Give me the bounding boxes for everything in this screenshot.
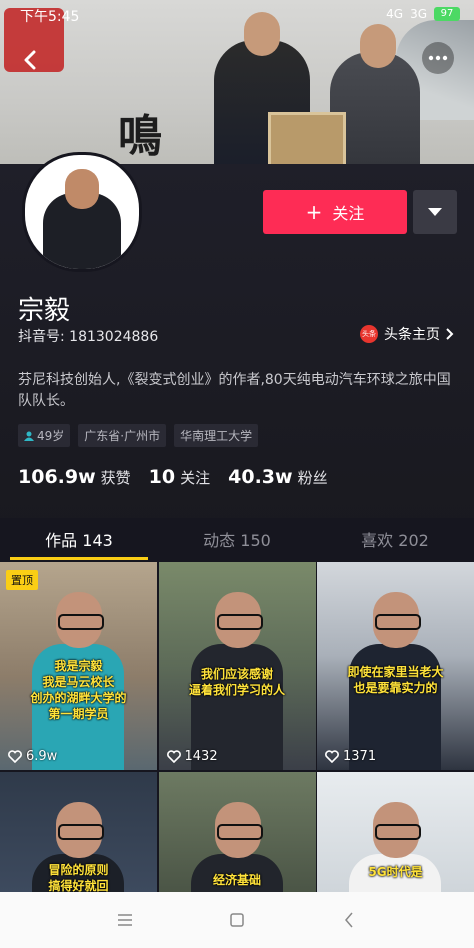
banner-frame bbox=[268, 112, 346, 168]
profile-bio: 芬尼科技创始人,《裂变式创业》的作者,80天纯电动汽车环球之旅中国队队长。 bbox=[18, 372, 451, 409]
back-arrow-icon bbox=[345, 912, 353, 928]
heart-icon bbox=[166, 750, 181, 763]
video-caption: 我是宗毅 我是马云校长 创办的湖畔大学的 第一期学员 bbox=[30, 659, 127, 721]
person-icon bbox=[24, 431, 34, 441]
signal-3g-label: 3G bbox=[410, 7, 427, 21]
status-time: 下午5:45 bbox=[20, 9, 80, 25]
status-bar: 下午5:45 4G 3G 97 bbox=[0, 0, 474, 30]
video-caption: 冒险的原则 搞得好就回 bbox=[48, 863, 109, 892]
video-thumbnail[interactable]: 冒险的原则 搞得好就回 bbox=[0, 772, 157, 892]
tab-likes[interactable]: 喜欢 202 bbox=[316, 518, 474, 560]
pinned-badge: 置顶 bbox=[6, 570, 38, 590]
triangle-down-icon bbox=[428, 208, 442, 216]
back-button[interactable] bbox=[14, 44, 46, 76]
heart-icon bbox=[325, 750, 339, 763]
banner-calligraphy: 鳴 bbox=[118, 111, 162, 162]
tab-works[interactable]: 作品 143 bbox=[0, 518, 158, 560]
tab-dynamics[interactable]: 动态 150 bbox=[158, 518, 316, 560]
follow-label: 关注 bbox=[332, 204, 365, 223]
video-thumbnail[interactable]: 我们应该感谢 逼着我们学习的人 1432 bbox=[158, 562, 316, 770]
battery-icon: 97 bbox=[434, 7, 460, 21]
video-caption: 经济基础 bbox=[212, 873, 261, 887]
profile-tags: 49岁 广东省·广州市 华南理工大学 bbox=[18, 424, 259, 447]
avatar[interactable] bbox=[22, 152, 142, 272]
chevron-right-icon bbox=[446, 328, 454, 340]
square-icon bbox=[230, 913, 244, 927]
video-likes: 1432 bbox=[166, 749, 218, 764]
stat-followers[interactable]: 40.3w 粉丝 bbox=[228, 466, 327, 488]
more-button[interactable] bbox=[422, 42, 454, 74]
heart-icon bbox=[8, 750, 22, 763]
stat-following[interactable]: 10 关注 bbox=[149, 466, 210, 488]
video-caption: 我们应该感谢 逼着我们学习的人 bbox=[188, 667, 285, 697]
status-icons: 4G 3G 97 bbox=[386, 7, 460, 21]
plus-icon: + bbox=[305, 200, 323, 224]
chevron-left-icon bbox=[24, 50, 36, 70]
video-thumbnail[interactable]: 经济基础 bbox=[158, 772, 316, 892]
video-caption: 5G时代是 bbox=[368, 865, 423, 879]
follow-button[interactable]: + 关注 bbox=[263, 190, 407, 234]
toutiao-link[interactable]: 头条 头条主页 bbox=[360, 324, 454, 344]
stat-likes[interactable]: 106.9w 获赞 bbox=[18, 466, 131, 488]
back-nav-button[interactable] bbox=[334, 905, 364, 935]
age-tag: 49岁 bbox=[18, 424, 71, 447]
location-tag: 广东省·广州市 bbox=[78, 424, 167, 447]
video-thumbnail[interactable]: 5G时代是 bbox=[317, 772, 474, 892]
more-dots-icon bbox=[428, 55, 448, 61]
signal-4g-label: 4G bbox=[386, 7, 404, 21]
video-grid: 置顶 我是宗毅 我是马云校长 创办的湖畔大学的 第一期学员 6.9w 我们应该感… bbox=[0, 562, 474, 892]
toutiao-icon: 头条 bbox=[360, 325, 378, 343]
home-button[interactable] bbox=[222, 905, 252, 935]
recommend-dropdown-button[interactable] bbox=[413, 190, 457, 234]
toutiao-label: 头条主页 bbox=[384, 327, 440, 343]
content-tabs: 作品 143 动态 150 喜欢 202 bbox=[0, 518, 474, 560]
system-nav-bar bbox=[0, 892, 474, 948]
video-likes: 1371 bbox=[325, 749, 376, 764]
school-tag: 华南理工大学 bbox=[174, 424, 259, 447]
video-likes: 6.9w bbox=[8, 749, 57, 764]
menu-button[interactable] bbox=[110, 905, 140, 935]
douyin-id: 抖音号: 1813024886 bbox=[18, 329, 159, 345]
video-caption: 即使在家里当老大 也是要靠实力的 bbox=[347, 665, 444, 695]
profile-name: 宗毅 bbox=[18, 296, 71, 326]
video-thumbnail[interactable]: 置顶 我是宗毅 我是马云校长 创办的湖畔大学的 第一期学员 6.9w bbox=[0, 562, 157, 770]
video-thumbnail[interactable]: 即使在家里当老大 也是要靠实力的 1371 bbox=[317, 562, 474, 770]
profile-stats: 106.9w 获赞 10 关注 40.3w 粉丝 bbox=[18, 466, 328, 488]
menu-icon bbox=[118, 914, 132, 926]
